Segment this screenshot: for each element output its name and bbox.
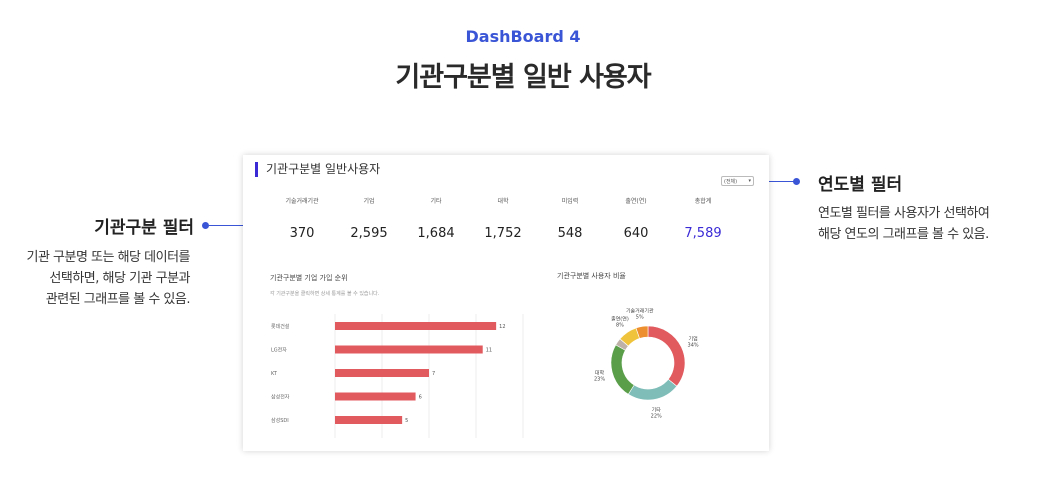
chevron-down-icon: ▾	[748, 178, 751, 184]
donut-slice-percent: 8%	[616, 323, 624, 329]
bar-category-label: 삼성전자	[271, 394, 290, 401]
bar-value-label: 11	[486, 348, 492, 354]
donut-slice-percent: 34%	[688, 342, 699, 348]
year-filter-callout-desc: 연도별 필터를 사용자가 선택하여 해당 연도의 그래프를 볼 수 있음.	[818, 206, 990, 242]
stat-label: 기술거래기관	[285, 198, 319, 205]
bar-value-label: 6	[419, 395, 422, 401]
stat-value: 1,684	[417, 226, 455, 241]
dashboard-subtitle: DashBoard 4	[465, 27, 581, 46]
stat-label: 대학	[497, 198, 509, 205]
page-title: 기관구분별 일반 사용자	[395, 62, 651, 93]
bar-chart-desc: 각 기관구분을 클릭하면 상세 통계를 볼 수 있습니다.	[270, 291, 380, 297]
donut-slice-percent: 23%	[594, 376, 605, 382]
donut-slice[interactable]	[647, 325, 686, 387]
bar[interactable]	[335, 345, 483, 354]
bar-category-label: KT	[271, 371, 278, 377]
stat-label: 총합계	[694, 198, 712, 205]
stat-value: 2,595	[350, 226, 388, 241]
stat-tech-transfer[interactable]: 기술거래기관 370	[267, 196, 337, 241]
org-filter-callout-desc: 기관 구분명 또는 해당 데이터를 선택하면, 해당 기관 구분과 관련된 그래…	[26, 250, 190, 307]
donut-slice-percent: 22%	[651, 413, 662, 419]
stat-label: 기타	[430, 198, 442, 205]
stat-label: 출연(연)	[625, 198, 647, 205]
bar-value-label: 5	[405, 418, 408, 424]
stat-other[interactable]: 기타 1,684	[401, 196, 471, 241]
stat-university[interactable]: 대학 1,752	[468, 196, 538, 241]
stat-value: 370	[289, 226, 315, 241]
donut-slice-label: 대학	[595, 369, 605, 376]
stat-label: 미입력	[561, 198, 579, 205]
callout-left-line	[209, 225, 245, 226]
donut-slice-label: 출연(연)	[611, 316, 629, 323]
donut-slice[interactable]	[627, 378, 678, 401]
year-filter-value: (전체)	[724, 178, 738, 185]
stat-label: 기업	[363, 198, 375, 205]
stat-company[interactable]: 기업 2,595	[334, 196, 404, 241]
bar-category-label: LG전자	[271, 347, 287, 354]
stat-total: 총합계 7,589	[668, 196, 738, 241]
year-filter-callout-title: 연도별 필터	[818, 175, 903, 195]
donut-slice-label: 기업	[688, 335, 697, 342]
bar[interactable]	[335, 369, 429, 377]
donut-slice[interactable]	[610, 344, 635, 395]
donut-slice-percent: 5%	[636, 315, 644, 321]
bar[interactable]	[335, 392, 416, 401]
year-filter-select[interactable]: (전체) ▾	[721, 176, 754, 186]
user-ratio-donut-chart: 기업34% 기타22% 대학23% 출연(연)8% 기술거래기관5%	[594, 308, 699, 420]
stat-value: 548	[557, 226, 583, 241]
stat-value: 640	[623, 226, 649, 241]
stat-value: 1,752	[484, 226, 522, 241]
card-title: 기관구분별 일반사용자	[255, 162, 380, 177]
bar-chart-title: 기관구분별 기업 가입 순위	[270, 274, 348, 282]
bar-value-label: 12	[499, 324, 505, 330]
bar[interactable]	[335, 322, 497, 330]
dashboard-card: 기관구분별 일반사용자 (전체) ▾ 기술거래기관 370 기업 2,595 기…	[243, 155, 769, 451]
stat-value: 7,589	[684, 226, 722, 241]
bar-category-label: 삼성SDI	[271, 417, 289, 424]
bar-value-label: 7	[432, 371, 435, 377]
org-filter-callout-title: 기관구분 필터	[94, 218, 194, 238]
stat-unspecified[interactable]: 미입력 548	[535, 196, 605, 241]
donut-chart-title: 기관구분별 사용자 비율	[557, 272, 626, 280]
donut-slice-label: 기술거래기관	[626, 308, 654, 315]
bar[interactable]	[335, 416, 403, 424]
stat-research-institute[interactable]: 출연(연) 640	[601, 196, 671, 241]
callout-left-dot	[202, 222, 209, 229]
company-ranking-bar-chart: 롯데건설 12 LG전자 11 KT 7 삼성전자 6 삼성SDI 5	[271, 314, 524, 438]
donut-slice-label: 기타	[652, 406, 662, 413]
bar-category-label: 롯데건설	[271, 323, 290, 330]
callout-right-dot	[793, 178, 800, 185]
